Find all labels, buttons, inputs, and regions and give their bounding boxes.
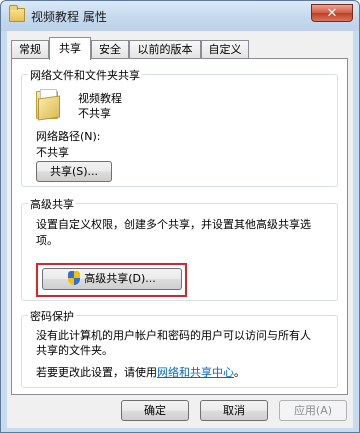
window-title: 视频教程 属性: [31, 10, 107, 24]
advanced-sharing-description-line1: 设置自定义权限，创建多个共享，并设置其他高级共享选: [36, 218, 311, 231]
folder-name: 视频教程: [78, 92, 122, 105]
title-bar: 视频教程 属性 ✕: [1, 1, 359, 31]
folder-icon: [9, 5, 25, 22]
network-sharing-title: 网络文件和文件夹共享: [28, 67, 142, 83]
share-button[interactable]: 共享(S)...: [36, 161, 112, 182]
password-protection-title: 密码保护: [28, 308, 76, 324]
network-sharing-group: 网络文件和文件夹共享 视频教程 不共享 网络路径(N): 不共享 共享(S)..…: [21, 67, 338, 187]
password-description-line2: 共享的文件夹。: [36, 344, 113, 357]
cancel-button[interactable]: 取消: [200, 400, 268, 421]
properties-window: 视频教程 属性 ✕ 常规 共享 安全 以前的版本 自定义 网络文件和文件夹共享 …: [0, 0, 360, 433]
password-change-prefix: 若要更改此设置，请使用: [36, 366, 157, 379]
network-path-label: 网络路径(N):: [36, 130, 101, 143]
advanced-sharing-button-label: 高级共享(D)...: [84, 272, 156, 285]
advanced-sharing-description-line2: 项。: [36, 234, 58, 247]
folder-icon: [36, 89, 62, 121]
uac-shield-icon: [68, 271, 81, 285]
tab-sharing[interactable]: 共享: [49, 37, 91, 60]
advanced-sharing-button[interactable]: 高级共享(D)...: [42, 268, 182, 290]
password-description-line1: 没有此计算机的用户帐户和密码的用户可以访问与所有人: [36, 329, 311, 342]
close-button[interactable]: ✕: [311, 4, 353, 22]
ok-button[interactable]: 确定: [121, 400, 189, 421]
password-change-suffix: 。: [234, 366, 245, 379]
network-path-value: 不共享: [36, 146, 69, 159]
folder-share-status: 不共享: [78, 107, 111, 120]
advanced-sharing-title: 高级共享: [28, 196, 76, 212]
tab-general[interactable]: 常规: [11, 40, 49, 59]
password-protection-group: 密码保护 没有此计算机的用户帐户和密码的用户可以访问与所有人 共享的文件夹。 若…: [21, 308, 338, 388]
dialog-client: 常规 共享 安全 以前的版本 自定义 网络文件和文件夹共享 视频教程 不共享 网…: [7, 31, 353, 428]
network-sharing-center-link[interactable]: 网络和共享中心: [157, 366, 234, 379]
dialog-button-bar: 确定 取消 应用(A): [7, 395, 353, 428]
tab-customize[interactable]: 自定义: [201, 40, 249, 59]
tab-previous-versions[interactable]: 以前的版本: [129, 40, 201, 59]
password-change-text: 若要更改此设置，请使用网络和共享中心。: [36, 364, 245, 380]
close-icon: ✕: [326, 5, 338, 21]
tab-security[interactable]: 安全: [91, 40, 129, 59]
sharing-tab-panel: 网络文件和文件夹共享 视频教程 不共享 网络路径(N): 不共享 共享(S)..…: [11, 58, 348, 395]
apply-button[interactable]: 应用(A): [279, 400, 347, 421]
